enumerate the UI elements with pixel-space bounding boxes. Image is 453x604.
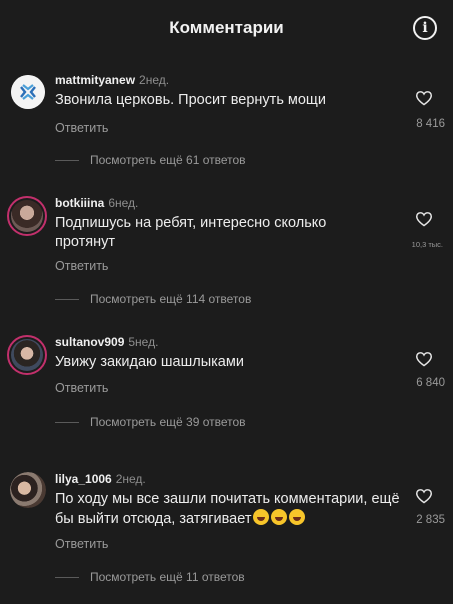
like-button[interactable]	[409, 211, 439, 227]
timestamp: 2нед.	[139, 73, 170, 87]
comment-text-content: По ходу мы все зашли почитать комментари…	[55, 491, 400, 527]
comment-text: По ходу мы все зашли почитать комментари…	[55, 490, 405, 529]
view-replies-button[interactable]: Посмотреть ещё 11 ответов	[55, 569, 245, 585]
comment-text: Увижу закидаю шашлыками	[55, 354, 244, 370]
username[interactable]: mattmityanew	[55, 73, 135, 87]
comment-text: Подпишусь на ребят, интересно сколько пр…	[55, 215, 327, 250]
reply-button[interactable]: Ответить	[55, 537, 108, 551]
info-icon[interactable]: i	[413, 16, 437, 40]
logo-icon	[11, 75, 45, 109]
timestamp: 2нед.	[115, 472, 146, 486]
comment-text: Звонила церковь. Просит вернуть мощи	[55, 92, 326, 108]
page-title: Комментарии	[169, 18, 284, 37]
like-count: 8 416	[416, 118, 445, 130]
view-replies-label: Посмотреть ещё 114 ответов	[90, 292, 252, 306]
avatar[interactable]	[7, 196, 47, 236]
username[interactable]: sultanov909	[55, 335, 124, 349]
heart-icon	[415, 91, 433, 106]
view-replies-button[interactable]: Посмотреть ещё 61 ответов	[55, 152, 246, 168]
avatar[interactable]	[10, 472, 46, 508]
view-replies-button[interactable]: Посмотреть ещё 114 ответов	[55, 291, 251, 307]
like-button[interactable]	[409, 488, 439, 504]
comment-item: botkiiina 6нед. Подпишусь на ребят, интер…	[0, 196, 453, 311]
like-count: 10,3 тыс.	[411, 240, 443, 249]
header: Комментарии i	[0, 0, 453, 56]
comment-meta: mattmityanew 2нед.	[55, 73, 169, 87]
profile-photo	[10, 472, 46, 508]
comment-item: mattmityanew 2нед. Звонила церковь. Проси…	[0, 73, 453, 173]
thread-line	[55, 159, 79, 161]
comment-meta: lilya_1006 2нед.	[55, 472, 146, 486]
laughing-emoji-icon	[289, 509, 306, 525]
reply-button[interactable]: Ответить	[55, 121, 108, 135]
reply-button[interactable]: Ответить	[55, 381, 108, 395]
thread-line	[55, 576, 79, 578]
avatar[interactable]	[7, 335, 47, 375]
comment-item: sultanov909 5нед. Увижу закидаю шашлыками…	[0, 335, 453, 435]
view-replies-label: Посмотреть ещё 61 ответов	[90, 153, 246, 167]
view-replies-button[interactable]: Посмотреть ещё 39 ответов	[55, 414, 246, 430]
timestamp: 5нед.	[128, 335, 159, 349]
comment-meta: sultanov909 5нед.	[55, 335, 158, 349]
comment-item: lilya_1006 2нед. По ходу мы все зашли поч…	[0, 472, 453, 592]
profile-photo	[11, 339, 43, 371]
heart-icon	[415, 212, 433, 227]
like-button[interactable]	[409, 90, 439, 106]
avatar[interactable]	[11, 75, 45, 109]
view-replies-label: Посмотреть ещё 39 ответов	[90, 415, 246, 429]
timestamp: 6нед.	[108, 196, 139, 210]
heart-icon	[415, 352, 433, 367]
reply-button[interactable]: Ответить	[55, 259, 108, 273]
profile-photo	[11, 200, 43, 232]
laughing-emoji-icon	[271, 509, 288, 525]
like-button[interactable]	[409, 351, 439, 367]
username[interactable]: lilya_1006	[55, 472, 112, 486]
heart-icon	[415, 489, 433, 504]
laughing-emoji-icon	[253, 509, 270, 525]
thread-line	[55, 298, 79, 300]
thread-line	[55, 421, 79, 423]
comments-screen: Комментарии i mattmityanew 2нед. Звонила …	[0, 0, 453, 604]
like-count: 2 835	[416, 514, 445, 526]
comment-meta: botkiiina 6нед.	[55, 196, 138, 210]
username[interactable]: botkiiina	[55, 196, 104, 210]
view-replies-label: Посмотреть ещё 11 ответов	[90, 570, 245, 584]
like-count: 6 840	[416, 377, 445, 389]
